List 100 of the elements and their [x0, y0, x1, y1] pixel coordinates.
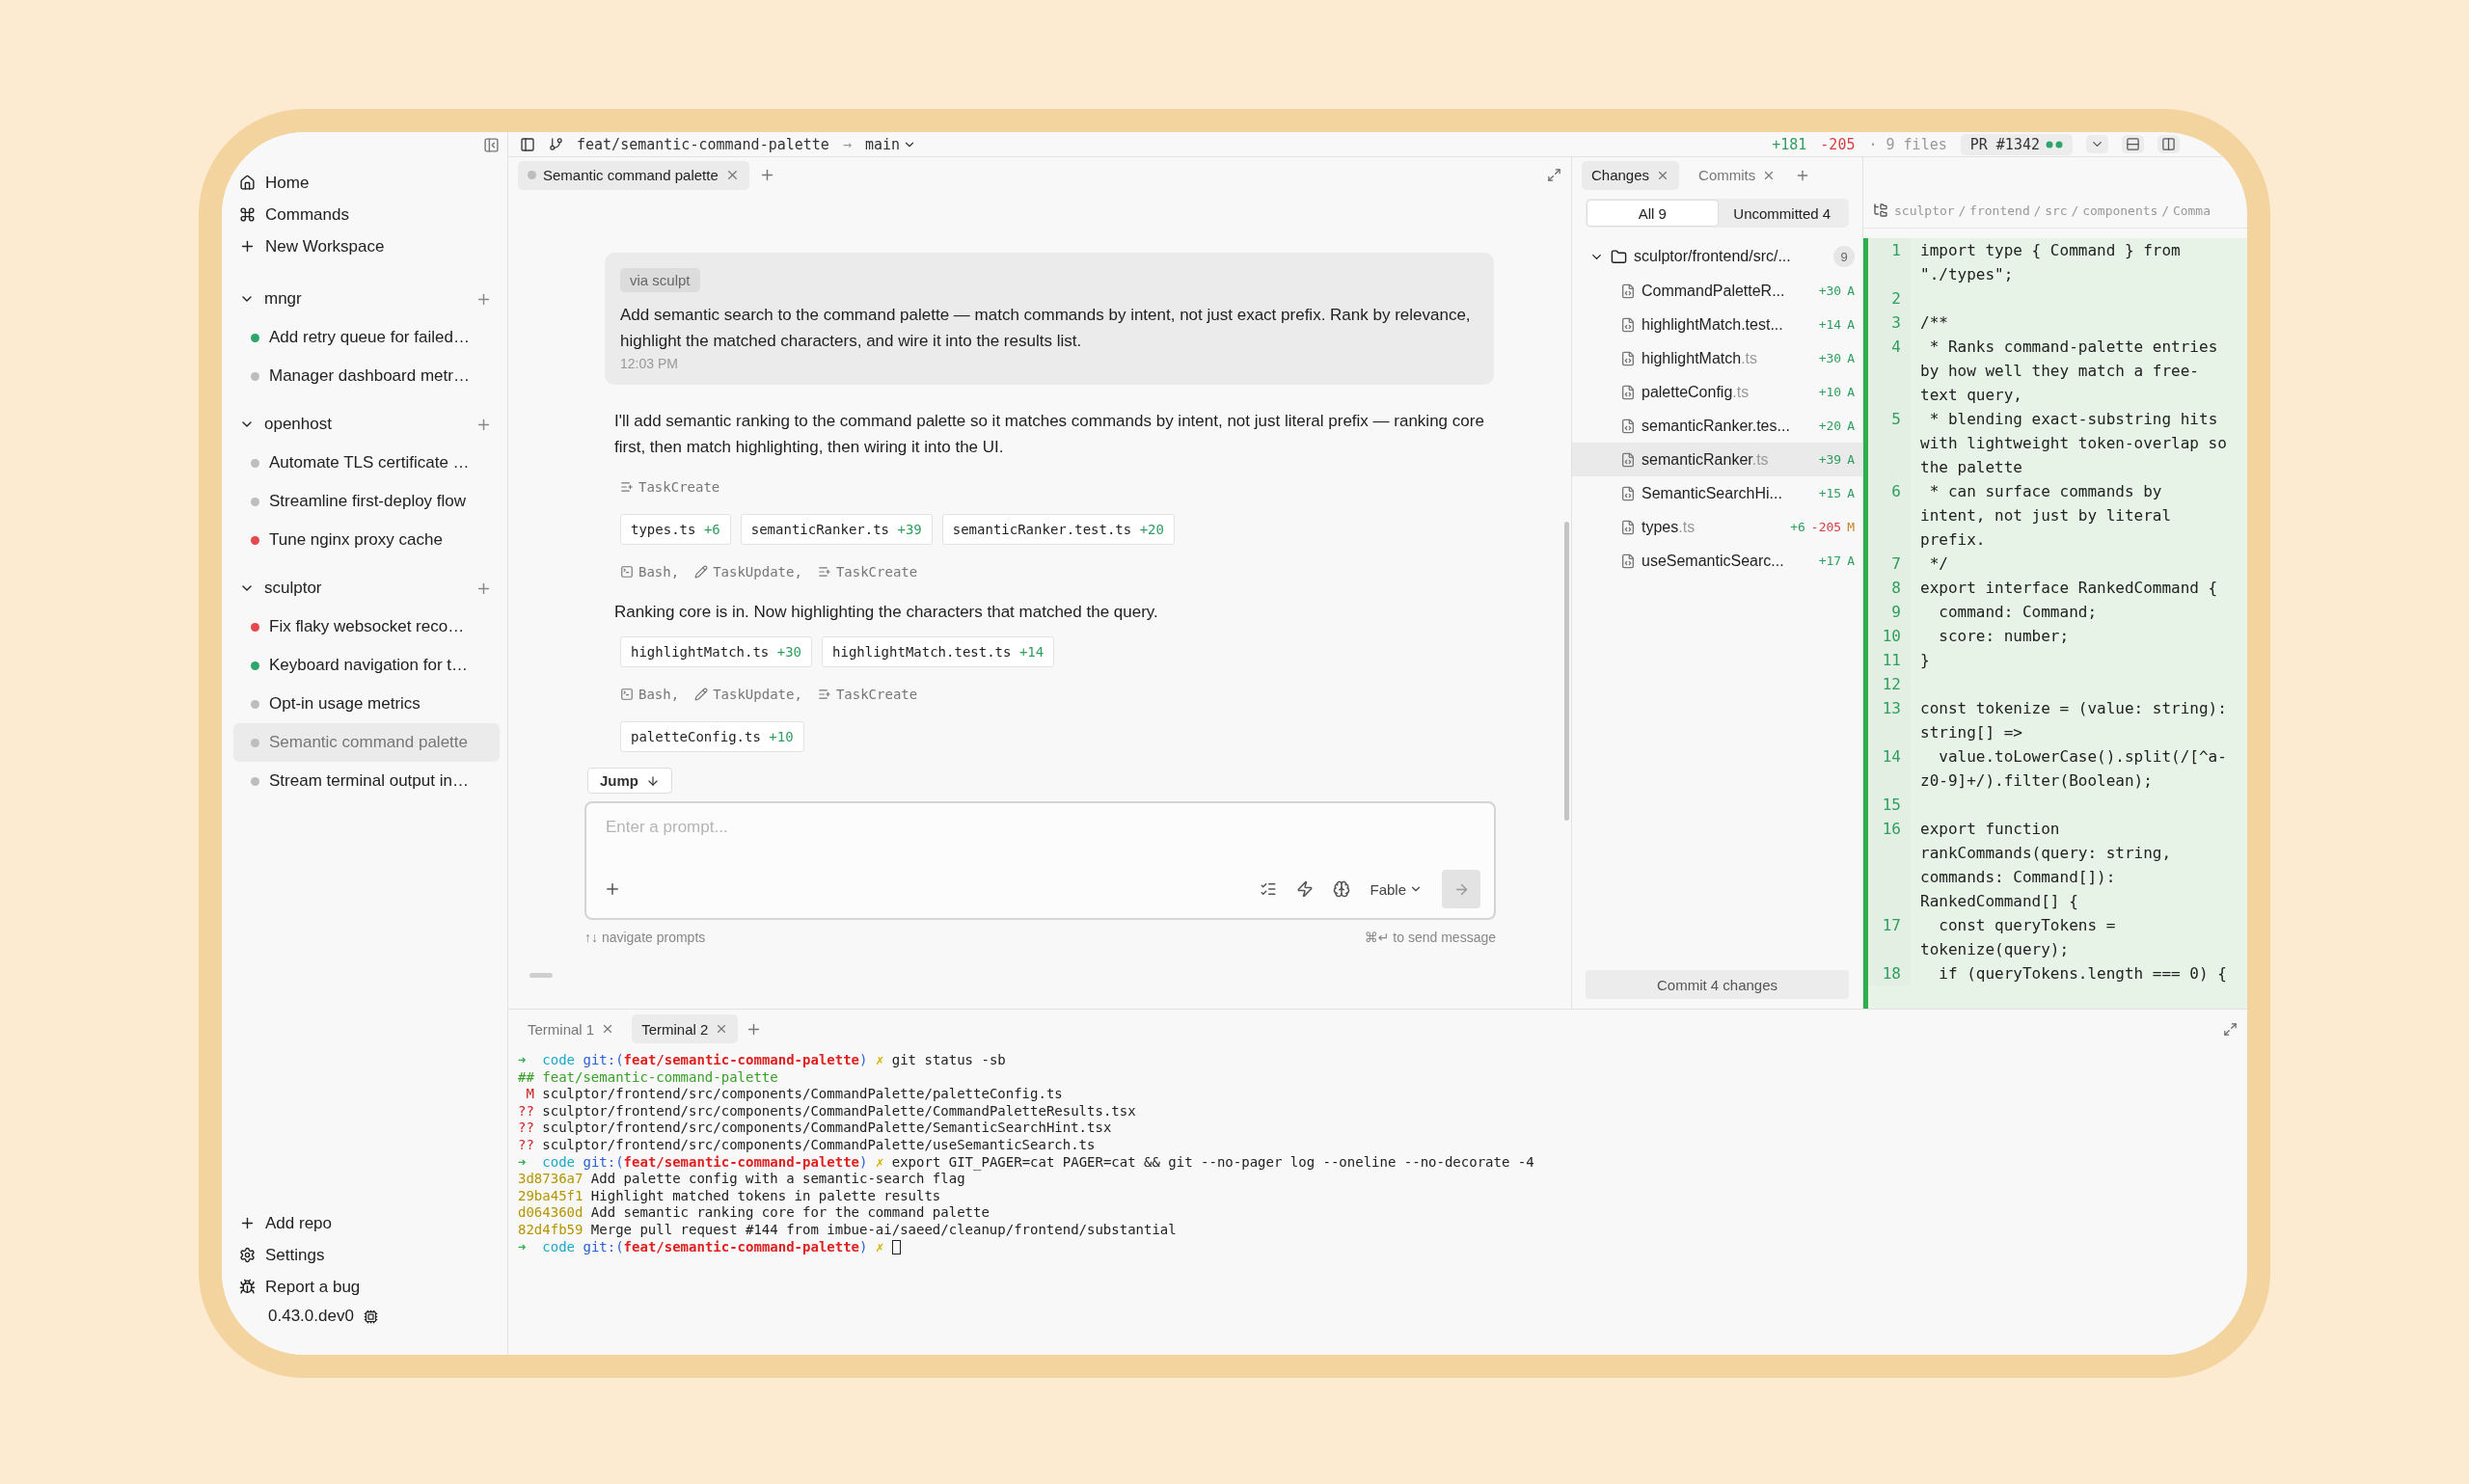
line-number: 8 [1868, 576, 1911, 600]
file-row[interactable]: useSemanticSearc... +17 A [1572, 544, 1862, 578]
tool-call[interactable]: TaskUpdate, [713, 564, 802, 580]
line-number: 7 [1868, 552, 1911, 576]
repo-name[interactable]: mngr [264, 289, 302, 309]
workspace-item[interactable]: Add retry queue for failed… [233, 318, 500, 357]
pr-button[interactable]: PR #1342 [1960, 133, 2073, 155]
arrow-text: → [842, 135, 852, 153]
message-text: Add semantic search to the command palette — match commands by intent, not just exact prefix. Rank by relevance, highlight the matched characters, and wire it into the results list. [620, 305, 1472, 352]
nav-item[interactable]: New Workspace [265, 236, 385, 256]
repo-name[interactable]: sculptor [264, 579, 322, 598]
files-count: · 9 files [1868, 135, 1947, 153]
tool-call[interactable]: TaskCreate [835, 564, 918, 580]
code-line: */ [1928, 554, 1948, 573]
code-line: } [1920, 651, 1930, 669]
file-row[interactable]: semanticRanker.ts +39 A [1572, 443, 1862, 476]
file-chip[interactable]: highlightMatch.ts +30 [620, 636, 813, 667]
added-count: +181 [1772, 135, 1807, 153]
panel-tab[interactable]: Changes [1582, 160, 1680, 190]
code-line: * can surface commands by intent, not just by literal prefix. [1920, 482, 2173, 549]
panel-tab[interactable]: Commits [1689, 160, 1786, 190]
workspace-item[interactable]: Keyboard navigation for t… [233, 646, 500, 685]
commit-button[interactable]: Commit 4 changes [1586, 970, 1849, 999]
file-row[interactable]: types.ts +6 -205 M [1572, 510, 1862, 544]
line-number: 17 [1868, 913, 1911, 961]
workspace-item[interactable]: Semantic command palette [233, 723, 500, 762]
terminal-line: M sculptor/frontend/src/components/CommandPalette/paletteConfig.ts [525, 1086, 1063, 1102]
file-row[interactable]: semanticRanker.tes... +20 A [1572, 409, 1862, 443]
file-chip[interactable]: semanticRanker.ts +39 [740, 514, 933, 545]
file-chip[interactable]: semanticRanker.test.ts +20 [941, 514, 1175, 545]
code-line: * blending exact-substring hits with lightweight token-overlap so the palette [1920, 410, 2228, 476]
line-number: 12 [1868, 672, 1911, 696]
tool-call[interactable]: TaskCreate [638, 479, 720, 495]
code-line: import type { Command } from "./types"; [1920, 241, 2182, 283]
workspace-item[interactable]: Streamline first-deploy flow [233, 482, 500, 521]
tool-call[interactable]: TaskCreate [835, 687, 918, 702]
file-row[interactable]: paletteConfig.ts +10 A [1572, 375, 1862, 409]
file-row[interactable]: highlightMatch.test... +14 A [1572, 308, 1862, 341]
message-time: 12:03 PM [620, 356, 679, 371]
jump-button[interactable]: Jump [587, 768, 672, 794]
file-chip[interactable]: highlightMatch.test.ts +14 [822, 636, 1055, 667]
tool-call[interactable]: Bash, [638, 687, 680, 702]
code-line: value.toLowerCase().split(/[^a-z0-9]+/).filter(Boolean); [1920, 747, 2227, 790]
terminal-line: 3d8736a7 Add palette config with a semantic-search flag [518, 1171, 965, 1187]
nav-item[interactable]: Report a bug [265, 1277, 361, 1297]
terminal-tab[interactable]: Terminal 2 [632, 1014, 739, 1043]
workspace-item[interactable]: Automate TLS certificate … [233, 444, 500, 482]
line-number: 6 [1868, 479, 1911, 552]
file-row[interactable]: highlightMatch.ts +30 A [1572, 341, 1862, 375]
tool-call[interactable]: Bash, [638, 564, 680, 580]
terminal-line: ?? sculptor/frontend/src/components/CommandPalette/SemanticSearchHint.tsx [518, 1120, 1112, 1136]
line-number: 10 [1868, 624, 1911, 648]
file-chip[interactable]: types.ts +6 [620, 514, 731, 545]
code-line: const queryTokens = tokenize(query); [1920, 916, 2117, 958]
file-row[interactable]: CommandPaletteR... +30 A [1572, 274, 1862, 308]
line-number: 5 [1868, 407, 1911, 479]
line-number: 15 [1868, 793, 1911, 817]
code-line: if (queryTokens.length === 0) { [1938, 964, 2227, 983]
version-label: 0.43.0.dev0 [268, 1307, 354, 1326]
repo-name[interactable]: openhost [264, 415, 332, 434]
terminal-line: ➜ code git:(feat/semantic-command-palette) ✗ export GIT_PAGER=cat PAGER=cat && git --no-pager log --oneline --no-decorate -4 [518, 1153, 1534, 1170]
base-branch[interactable]: main [864, 135, 917, 153]
nav-item[interactable]: Commands [265, 204, 349, 225]
line-number: 13 [1868, 696, 1911, 744]
line-number: 11 [1868, 648, 1911, 672]
filter-tab[interactable]: All 9 [1587, 201, 1718, 226]
tool-call[interactable]: TaskUpdate, [713, 687, 802, 702]
prompt-box[interactable]: Enter a prompt... Fable [584, 801, 1496, 920]
source-tag: via sculpt [620, 268, 700, 292]
line-number: 3 [1868, 310, 1911, 335]
terminal-line: d064360d Add semantic ranking core for the command palette [518, 1204, 990, 1221]
terminal-tab[interactable]: Terminal 1 [518, 1014, 625, 1043]
assistant-text: I'll add semantic ranking to the command palette so it matches commands by intent, not just literal prefix — ranking core first, then match highlighting, then wiring it into the UI. [613, 411, 1485, 458]
line-number: 18 [1868, 961, 1911, 985]
removed-count: -205 [1820, 135, 1856, 153]
line-number: 2 [1868, 286, 1911, 310]
line-number: 9 [1868, 600, 1911, 624]
model-dropdown[interactable]: Fable [1370, 880, 1423, 898]
branch-name: feat/semantic-command-palette [577, 135, 829, 153]
nav-item[interactable]: Settings [265, 1245, 325, 1265]
file-chip[interactable]: paletteConfig.ts +10 [620, 721, 804, 752]
workspace-item[interactable]: Tune nginx proxy cache [233, 521, 500, 559]
workspace-item[interactable]: Fix flaky websocket reco… [233, 607, 500, 646]
folder-name[interactable]: sculptor/frontend/src/... [1634, 248, 1791, 265]
nav-item[interactable]: Home [265, 173, 310, 193]
filter-tab[interactable]: Uncommitted 4 [1717, 201, 1847, 226]
workspace-item[interactable]: Opt-in usage metrics [233, 685, 500, 723]
file-row[interactable]: SemanticSearchHi... +15 A [1572, 476, 1862, 510]
nav-item[interactable]: Add repo [265, 1213, 332, 1233]
navigate-hint: ↑↓ navigate prompts [584, 930, 706, 945]
chat-tab[interactable]: Semantic command palette [518, 160, 749, 190]
workspace-item[interactable]: Stream terminal output in… [233, 762, 500, 800]
terminal-line: ➜ code git:(feat/semantic-command-palette) ✗ git status -sb [518, 1052, 1006, 1067]
terminal-line: ➜ code git:(feat/semantic-command-palette) ✗ [518, 1238, 885, 1255]
line-number: 1 [1868, 238, 1911, 286]
workspace-item[interactable]: Manager dashboard metr… [233, 357, 500, 395]
count-badge: 9 [1833, 246, 1855, 267]
file-path: sculptor / frontend / src / components / Comma [1894, 202, 2211, 218]
terminal-line: ?? sculptor/frontend/src/components/CommandPalette/useSemanticSearch.ts [518, 1136, 1096, 1152]
code-line: * Ranks command-palette entries by how well they match a free-text query, [1920, 337, 2219, 404]
